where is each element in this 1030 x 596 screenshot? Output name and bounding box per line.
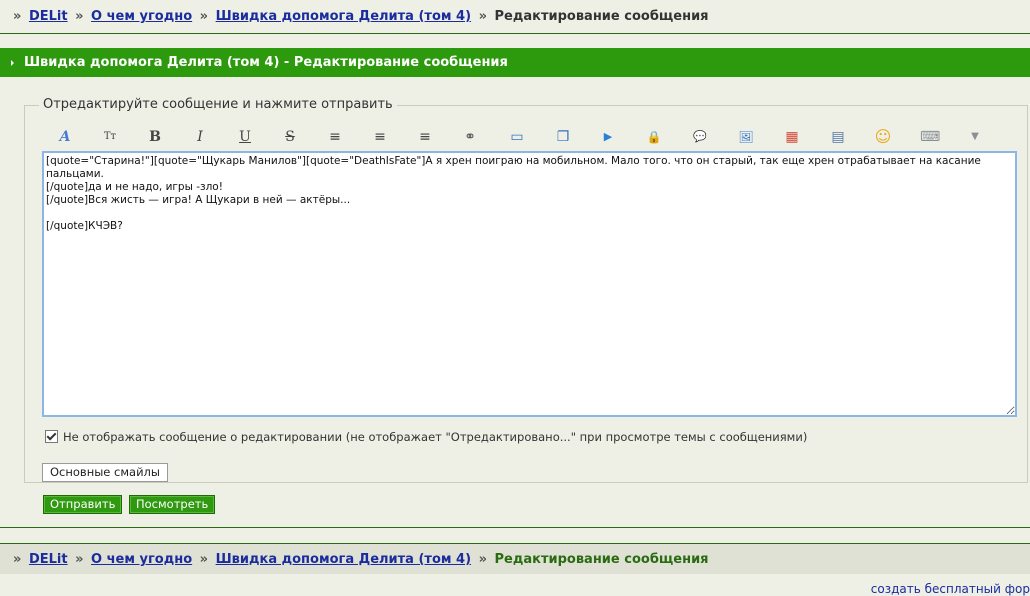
- fieldset-legend: Отредактируйте сообщение и нажмите отпра…: [39, 97, 397, 112]
- submit-button[interactable]: Отправить: [43, 495, 123, 514]
- smile-icon[interactable]: ☺: [874, 128, 892, 146]
- link-icon[interactable]: ⚭: [461, 128, 479, 146]
- breadcrumb-separator: »: [75, 552, 84, 567]
- font-face-icon[interactable]: A: [56, 128, 74, 146]
- lock-icon[interactable]: 🔒: [645, 128, 663, 146]
- copy-icon[interactable]: ❐: [554, 128, 572, 146]
- hide-edit-notice-checkbox[interactable]: [45, 430, 58, 443]
- more-icon[interactable]: ▼: [966, 128, 984, 146]
- hide-edit-notice-label: Не отображать сообщение о редактировании…: [63, 430, 808, 444]
- preview-button[interactable]: Посмотреть: [129, 495, 216, 514]
- keyboard-icon[interactable]: ⌨: [920, 128, 940, 146]
- color-icon[interactable]: ▦: [783, 128, 801, 146]
- create-forum-link[interactable]: создать бесплатный фор: [871, 582, 1030, 596]
- message-textarea[interactable]: [quote="Старина!"][quote="Щукарь Манилов…: [42, 151, 1017, 417]
- page-title-bar: Швидка допомога Делита (том 4) - Редакти…: [0, 48, 1030, 77]
- breadcrumb-link-delit[interactable]: DELit: [29, 9, 68, 24]
- breadcrumb-separator: »: [478, 552, 487, 567]
- breadcrumb-separator: »: [75, 9, 84, 24]
- breadcrumb-separator: »: [199, 552, 209, 567]
- breadcrumb-top: » DELit » О чем угодно » Швидка допомога…: [0, 0, 1030, 34]
- breadcrumb-current: Редактирование сообщения: [494, 552, 709, 567]
- bold-icon[interactable]: B: [146, 128, 164, 146]
- italic-icon[interactable]: I: [191, 128, 209, 146]
- edit-fieldset: Отредактируйте сообщение и нажмите отпра…: [24, 97, 1028, 483]
- breadcrumb-separator: »: [13, 9, 22, 24]
- bullet-icon: [11, 60, 14, 66]
- underline-icon[interactable]: U: [236, 128, 254, 146]
- basic-smiles-button[interactable]: Основные смайлы: [42, 463, 168, 482]
- align-left-icon[interactable]: ≡: [326, 128, 344, 146]
- speech-icon[interactable]: 💬: [691, 128, 709, 146]
- breadcrumb-separator: »: [199, 9, 209, 24]
- book-icon[interactable]: ▭: [508, 128, 526, 146]
- strike-icon[interactable]: S: [281, 128, 299, 146]
- breadcrumb-link-topic[interactable]: Швидка допомога Делита (том 4): [216, 9, 471, 24]
- font-size-icon[interactable]: Tт: [101, 128, 119, 146]
- hide-edit-notice-row: Не отображать сообщение о редактировании…: [45, 430, 807, 444]
- table-icon[interactable]: ▤: [829, 128, 847, 146]
- edit-panel: Отредактируйте сообщение и нажмите отпра…: [0, 77, 1030, 528]
- breadcrumb-separator: »: [478, 9, 487, 24]
- breadcrumb-link-topic[interactable]: Швидка допомога Делита (том 4): [216, 552, 471, 567]
- media-icon[interactable]: ▶: [599, 128, 617, 146]
- breadcrumb-link-delit[interactable]: DELit: [29, 552, 68, 567]
- breadcrumb-bottom: » DELit » О чем угодно » Швидка допомога…: [0, 543, 1030, 574]
- breadcrumb-link-forum[interactable]: О чем угодно: [91, 9, 192, 24]
- image-icon[interactable]: 🖼: [737, 128, 755, 146]
- align-right-icon[interactable]: ≡: [416, 128, 434, 146]
- breadcrumb-link-forum[interactable]: О чем угодно: [91, 552, 192, 567]
- align-center-icon[interactable]: ≡: [371, 128, 389, 146]
- breadcrumb-separator: »: [13, 552, 22, 567]
- page-title: Швидка допомога Делита (том 4) - Редакти…: [24, 55, 508, 70]
- breadcrumb-current: Редактирование сообщения: [494, 9, 709, 24]
